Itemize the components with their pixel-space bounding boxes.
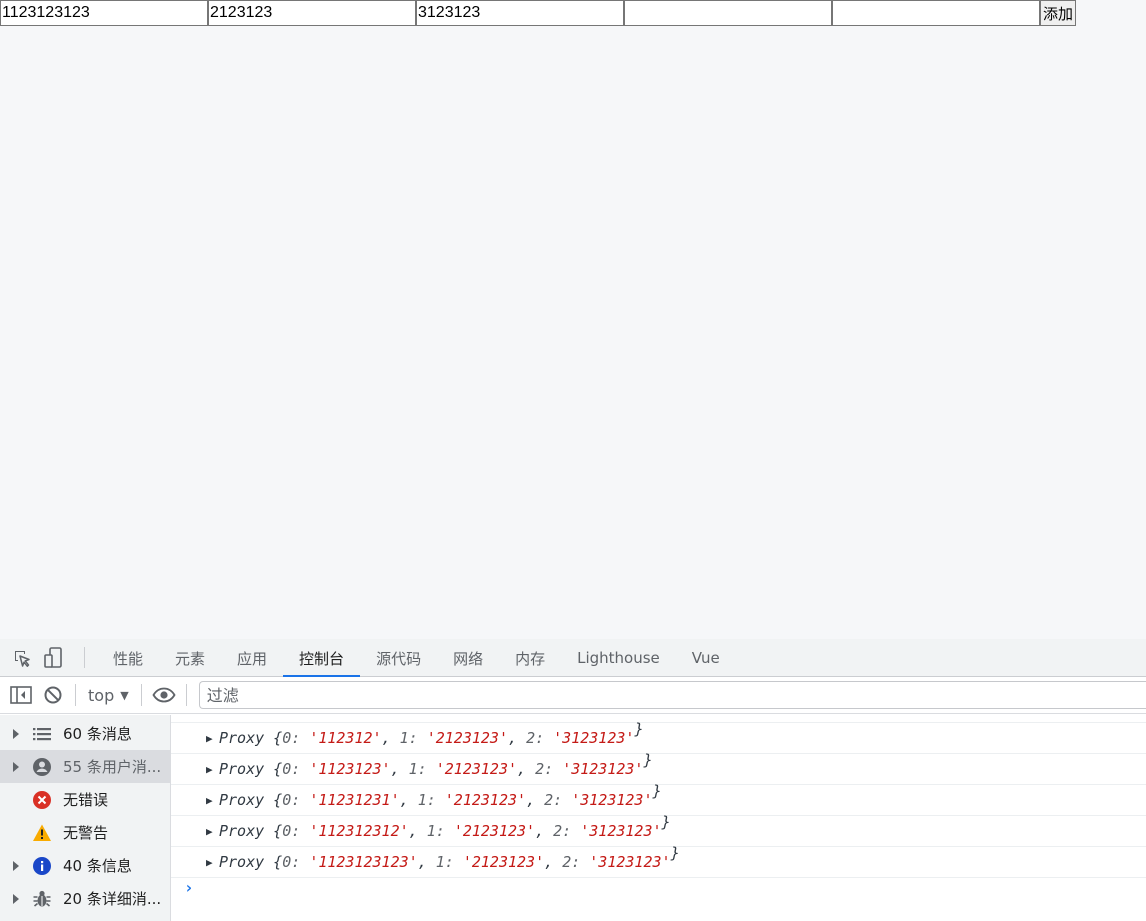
console-sidebar: 60 条消息 55 条用户消... 无错误 无警告 40 条信息 20 条详细消… — [0, 715, 171, 921]
error-icon — [32, 790, 52, 810]
toggle-sidebar-icon[interactable] — [5, 679, 37, 711]
sidebar-item-label: 20 条详细消... — [63, 890, 162, 908]
sidebar-item-messages[interactable]: 60 条消息 — [0, 717, 170, 750]
add-button[interactable]: 添加 — [1040, 0, 1077, 26]
devtools-panel: 性能 元素 应用 控制台 源代码 网络 内存 Lighthouse Vue to… — [0, 639, 1146, 921]
sidebar-item-errors[interactable]: 无错误 — [0, 783, 170, 816]
sidebar-item-label: 无错误 — [63, 791, 109, 809]
toolbar-divider — [185, 684, 187, 706]
user-icon — [32, 757, 52, 777]
console-filter-input[interactable] — [198, 681, 1146, 709]
context-selector[interactable]: top ▼ — [82, 686, 135, 705]
expand-arrow-icon[interactable] — [12, 893, 22, 904]
device-toolbar-icon[interactable] — [38, 639, 70, 676]
toolbar-divider — [75, 684, 76, 706]
warning-icon — [32, 823, 52, 843]
expand-arrow-icon[interactable] — [12, 761, 22, 772]
sidebar-item-label: 无警告 — [63, 824, 109, 842]
sidebar-item-label: 60 条消息 — [63, 725, 132, 743]
log-row[interactable]: ▶ Proxy {0: '1123123123', 1: '2123123', 2… — [171, 844, 1146, 878]
tab-network[interactable]: 网络 — [437, 640, 499, 676]
tab-performance[interactable]: 性能 — [97, 640, 159, 676]
info-icon — [32, 856, 52, 876]
tab-sources[interactable]: 源代码 — [360, 640, 437, 676]
expand-triangle-icon[interactable]: ▶ — [206, 794, 216, 807]
sidebar-item-verbose[interactable]: 20 条详细消... — [0, 882, 170, 915]
entry-field-1[interactable] — [0, 0, 208, 26]
list-icon — [32, 724, 52, 744]
expand-triangle-icon[interactable]: ▶ — [206, 732, 216, 745]
entry-field-5[interactable] — [832, 0, 1040, 26]
tabbar-divider — [84, 647, 85, 668]
console-messages: ▶ Proxy {0: '112312', 1: '2123123', 2: '3… — [171, 715, 1146, 921]
devtools-tabbar: 性能 元素 应用 控制台 源代码 网络 内存 Lighthouse Vue — [0, 639, 1146, 677]
log-row[interactable]: ▶ Proxy {0: '112312', 1: '2123123', 2: '3… — [171, 720, 1146, 754]
log-row[interactable]: ▶ Proxy {0: '112312312', 1: '2123123', 2:… — [171, 813, 1146, 847]
console-prompt-chevron-icon[interactable]: › — [184, 878, 194, 897]
tab-memory[interactable]: 内存 — [499, 640, 561, 676]
clear-console-icon[interactable] — [37, 679, 69, 711]
entry-field-3[interactable] — [416, 0, 624, 26]
log-list: ▶ Proxy {0: '112312', 1: '2123123', 2: '3… — [171, 720, 1146, 878]
tab-console[interactable]: 控制台 — [283, 640, 361, 677]
live-expression-eye-icon[interactable] — [148, 679, 180, 711]
expand-triangle-icon[interactable]: ▶ — [206, 825, 216, 838]
console-body: 60 条消息 55 条用户消... 无错误 无警告 40 条信息 20 条详细消… — [0, 715, 1146, 921]
expand-arrow-icon[interactable] — [12, 860, 22, 871]
toolbar-divider — [140, 684, 142, 706]
tab-vue[interactable]: Vue — [676, 640, 736, 676]
inspect-element-icon[interactable] — [6, 639, 38, 676]
context-label: top — [88, 685, 115, 705]
sidebar-item-label: 55 条用户消... — [63, 758, 162, 776]
sidebar-item-label: 40 条信息 — [63, 857, 132, 875]
entry-field-4[interactable] — [624, 0, 832, 26]
sidebar-item-info[interactable]: 40 条信息 — [0, 849, 170, 882]
console-toolbar: top ▼ — [0, 677, 1146, 714]
log-row[interactable]: ▶ Proxy {0: '1123123', 1: '2123123', 2: '… — [171, 751, 1146, 785]
log-row[interactable]: ▶ Proxy {0: '11231231', 1: '2123123', 2: … — [171, 782, 1146, 816]
tab-application[interactable]: 应用 — [221, 640, 283, 676]
tab-lighthouse[interactable]: Lighthouse — [561, 640, 676, 676]
tab-elements[interactable]: 元素 — [159, 640, 221, 676]
bug-icon — [32, 889, 52, 909]
expand-triangle-icon[interactable]: ▶ — [206, 763, 216, 776]
entry-form: 添加 — [0, 0, 1077, 26]
dropdown-caret-icon: ▼ — [120, 688, 129, 702]
expand-arrow-icon[interactable] — [12, 728, 22, 739]
expand-triangle-icon[interactable]: ▶ — [206, 856, 216, 869]
sidebar-item-warnings[interactable]: 无警告 — [0, 816, 170, 849]
entry-field-2[interactable] — [208, 0, 416, 26]
sidebar-item-user-messages[interactable]: 55 条用户消... — [0, 750, 170, 783]
